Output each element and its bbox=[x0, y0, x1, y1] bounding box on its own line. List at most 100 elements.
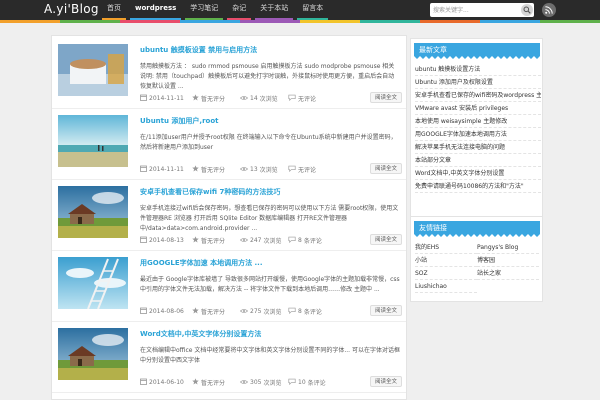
color-strip-segment bbox=[180, 20, 240, 23]
site-logo[interactable]: A.yi'Blog bbox=[44, 2, 99, 16]
post-title[interactable]: Word文档中,中英文字体分别设置方法 bbox=[140, 329, 261, 339]
calendar-icon bbox=[140, 94, 147, 103]
nav-item-underline bbox=[130, 18, 182, 20]
post-thumbnail[interactable] bbox=[58, 44, 128, 96]
recent-post-link[interactable]: 解决苹果手机无法连接电脑的问题 bbox=[415, 141, 541, 154]
post-rating[interactable]: 暂无评分 bbox=[192, 307, 225, 316]
post-excerpt: 安卓手机连接过wifi后会保存密码，想查看已保存的密码可以使用以下方法 需要ro… bbox=[140, 205, 399, 232]
star-icon bbox=[192, 94, 199, 103]
nav-item[interactable]: wordpress bbox=[128, 0, 183, 20]
post-comments-link[interactable]: 无评论 bbox=[288, 94, 316, 103]
post-item: Ubuntu 添加用户,root 在/11添加user用户并授予root权限 在终… bbox=[52, 108, 406, 180]
post-thumbnail[interactable] bbox=[58, 115, 128, 167]
post-excerpt: 在/11添加user用户并授予root权限 在终端输入以下命令在Ubuntu系统… bbox=[140, 134, 397, 151]
post-meta: 2014-06-10 暂无评分 305 次浏览 10 条评论 阅读全文 bbox=[140, 376, 404, 388]
nav-item[interactable]: 杂记 bbox=[225, 0, 253, 20]
recent-post-link[interactable]: 本地使用 weisaysimple 主题修改 bbox=[415, 115, 541, 128]
recent-post-link[interactable]: Ubuntu 添加用户及权限设置 bbox=[415, 76, 541, 89]
post-date: 2014-06-10 bbox=[140, 378, 184, 387]
post-rating[interactable]: 暂无评分 bbox=[192, 236, 225, 245]
eye-icon bbox=[239, 95, 249, 103]
post-comments-count: 8 bbox=[298, 237, 302, 244]
friend-link[interactable]: Pangys's Blog bbox=[477, 241, 539, 254]
friend-link[interactable]: 站长之家 bbox=[477, 267, 539, 280]
post-excerpt: 最近由于 Google字体库被墙了 导致很多网站打开缓慢，使用Google字体的… bbox=[140, 276, 400, 293]
recent-post-link[interactable]: 免费申请联通号码10086的方法和"方法" bbox=[415, 180, 541, 193]
post-views-unit: 次浏览 bbox=[263, 380, 282, 387]
nav-item-label: 学习笔记 bbox=[190, 4, 219, 12]
post-rating[interactable]: 暂无评分 bbox=[192, 94, 225, 103]
post-comments-link[interactable]: 8 条评论 bbox=[288, 307, 322, 316]
nav-item-label: 首页 bbox=[107, 4, 121, 12]
friend-link[interactable]: Liushichao bbox=[415, 280, 477, 293]
read-more-button[interactable]: 阅读全文 bbox=[369, 163, 402, 174]
post-comments-link[interactable]: 10 条评论 bbox=[288, 378, 326, 387]
post-meta: 2014-08-13 暂无评分 247 次浏览 8 条评论 阅读全文 bbox=[140, 234, 404, 246]
post-rating-text: 暂无评分 bbox=[201, 380, 226, 387]
post-views-unit: 次浏览 bbox=[259, 96, 278, 103]
nav-item-underline bbox=[185, 18, 224, 20]
post-comments-link[interactable]: 8 条评论 bbox=[288, 236, 322, 245]
friend-link[interactable]: 博客园 bbox=[477, 254, 539, 267]
read-more-button[interactable]: 阅读全文 bbox=[369, 376, 402, 387]
friend-link[interactable]: 我的EHS bbox=[415, 241, 477, 254]
read-more-button[interactable]: 阅读全文 bbox=[369, 234, 402, 245]
comment-icon bbox=[288, 307, 296, 316]
read-more-button[interactable]: 阅读全文 bbox=[369, 305, 402, 316]
recent-post-link[interactable]: ubuntu 触摸板设置方法 bbox=[415, 63, 541, 76]
eye-icon bbox=[239, 379, 249, 387]
comment-icon bbox=[288, 94, 296, 103]
recent-posts-widget: 最新文章 ubuntu 触摸板设置方法 Ubuntu 添加用户及权限设置 安卓手机查… bbox=[410, 38, 543, 218]
post-date: 2014-08-06 bbox=[140, 307, 184, 316]
post-thumbnail[interactable] bbox=[58, 328, 128, 380]
post-meta: 2014-08-06 暂无评分 275 次浏览 8 条评论 阅读全文 bbox=[140, 305, 404, 317]
recent-post-link[interactable]: 本站部分文章 bbox=[415, 154, 541, 167]
color-strip bbox=[0, 20, 600, 23]
post-comments-unit: 条评论 bbox=[307, 380, 326, 387]
post-excerpt: 禁用触摸板方法 ： sudo rmmod psmouse 启用触摸板方法 sud… bbox=[140, 63, 395, 90]
color-strip-segment bbox=[60, 20, 120, 23]
post-meta: 2014-11-11 暂无评分 14 次浏览 无评论 阅读全文 bbox=[140, 92, 404, 104]
post-rating-text: 暂无评分 bbox=[201, 309, 226, 316]
post-thumbnail[interactable] bbox=[58, 186, 128, 238]
post-views-unit: 次浏览 bbox=[259, 167, 278, 174]
post-views: 275 次浏览 bbox=[239, 307, 281, 316]
nav-item[interactable]: 学习笔记 bbox=[183, 0, 225, 20]
calendar-icon bbox=[140, 307, 147, 316]
post-views-count: 13 bbox=[250, 166, 258, 173]
post-title[interactable]: 用GOOGLE字体加速 本地调用方法 ... bbox=[140, 258, 263, 268]
post-title[interactable]: Ubuntu 添加用户,root bbox=[140, 116, 219, 126]
eye-icon bbox=[239, 166, 249, 174]
post-rating[interactable]: 暂无评分 bbox=[192, 165, 225, 174]
rss-icon bbox=[545, 6, 553, 14]
recent-post-link[interactable]: VMware avast 安装后 privileges bbox=[415, 102, 541, 115]
post-views-count: 275 bbox=[250, 308, 262, 315]
post-thumbnail[interactable] bbox=[58, 257, 128, 309]
friend-link[interactable]: 小站 bbox=[415, 254, 477, 267]
post-views-count: 14 bbox=[250, 95, 258, 102]
eye-icon bbox=[239, 237, 249, 245]
widget-header: 友情链接 bbox=[414, 221, 540, 237]
search-button[interactable] bbox=[521, 4, 533, 16]
recent-post-link[interactable]: 安卓手机查看已保存的wifi密码及wordpress 主题的方法 bbox=[415, 89, 541, 102]
search-input[interactable]: 搜索关键字... bbox=[433, 5, 469, 14]
post-comments-link[interactable]: 无评论 bbox=[288, 165, 316, 174]
post-date-text: 2014-08-06 bbox=[149, 308, 184, 315]
post-rating[interactable]: 暂无评分 bbox=[192, 378, 225, 387]
recent-post-link[interactable]: 用GOOGLE字体加速本地调用方法 bbox=[415, 128, 541, 141]
nav-item[interactable]: 留言本 bbox=[295, 0, 330, 20]
post-comments-count: 8 bbox=[298, 308, 302, 315]
search-box[interactable]: 搜索关键字... bbox=[430, 3, 534, 17]
post-title[interactable]: 安卓手机查看已保存wifi 7种密码的方法技巧 bbox=[140, 187, 280, 197]
post-date-text: 2014-08-13 bbox=[149, 237, 184, 244]
nav-item[interactable]: 关于本站 bbox=[253, 0, 295, 20]
comment-icon bbox=[288, 165, 296, 174]
post-title[interactable]: ubuntu 触摸板设置 禁用与启用方法 bbox=[140, 45, 257, 55]
post-date-text: 2014-06-10 bbox=[149, 379, 184, 386]
read-more-button[interactable]: 阅读全文 bbox=[369, 92, 402, 103]
recent-post-link[interactable]: Word文档中,中英文字体分别设置 bbox=[415, 167, 541, 180]
nav-item[interactable]: 首页 bbox=[100, 0, 128, 20]
rss-button[interactable] bbox=[542, 3, 556, 17]
friend-link[interactable]: SOZ bbox=[415, 267, 477, 280]
post-date-text: 2014-11-11 bbox=[149, 95, 184, 102]
